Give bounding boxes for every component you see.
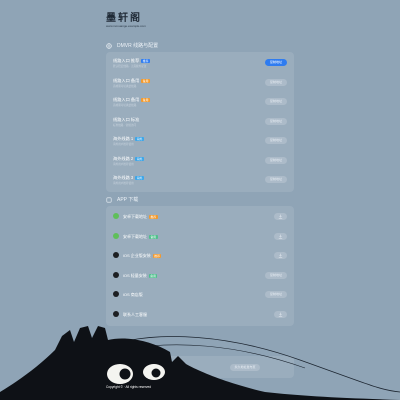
app-row: 安卓下载地址 推荐 bbox=[106, 210, 294, 228]
copy-address-button[interactable]: 复制地址 bbox=[265, 98, 287, 105]
app-row-label: 安卓下载地址 bbox=[123, 214, 147, 219]
section-lines-header: DMVR 线路与配置 bbox=[106, 42, 158, 49]
download-button[interactable] bbox=[274, 252, 287, 259]
app-row-label: iOS 商店版 bbox=[123, 292, 143, 297]
app-row-label: iOS 轻量安装 bbox=[123, 272, 147, 278]
copy-address-button[interactable]: 复制地址 bbox=[265, 137, 287, 144]
line-row-subtitle: 默认稳定线路 · 无需额外配置 bbox=[113, 65, 147, 68]
app-square-icon bbox=[106, 197, 112, 203]
copy-address-button[interactable]: 复制地址 bbox=[265, 176, 287, 183]
app-panel: 安卓下载地址 推荐 安卓下载地址 备用 iOS 企业版安装 推荐 iOS 轻量安装 备用 复制地… bbox=[106, 206, 294, 326]
apple-icon bbox=[113, 252, 119, 258]
app-row-title: iOS 轻量安装 备用 bbox=[123, 272, 158, 279]
permanent-address-pill[interactable]: 永久地址发布页 bbox=[230, 364, 260, 371]
line-row: 海外线路 2 海外 海外用户推荐使用 复制地址 bbox=[106, 154, 294, 172]
android-icon bbox=[113, 213, 119, 219]
line-row-badge: 海外 bbox=[135, 156, 144, 161]
bottom-card: 下载 永久地址发布页 bbox=[106, 356, 294, 378]
line-row-badge: 备用 bbox=[141, 78, 150, 83]
download-button[interactable] bbox=[274, 232, 287, 240]
section-lines-title: DMVR 线路与配置 bbox=[117, 43, 159, 49]
line-row-subtitle: 海外用户推荐使用 bbox=[113, 182, 134, 185]
app-row-badge: 推荐 bbox=[152, 254, 162, 258]
app-row: iOS 商店版 复制地址 bbox=[106, 288, 294, 306]
line-row-subtitle: 海外用户推荐使用 bbox=[113, 143, 134, 146]
download-pill[interactable]: 下载 bbox=[144, 364, 166, 371]
copy-address-button[interactable]: 复制地址 bbox=[265, 271, 287, 279]
download-arrow-icon bbox=[278, 214, 283, 219]
app-row-title: iOS 商店版 bbox=[123, 292, 143, 298]
line-row-badge: 推荐 bbox=[141, 59, 150, 63]
download-arrow-icon bbox=[278, 312, 283, 317]
lines-panel: 线路入口 推荐 推荐 默认稳定线路 · 无需额外配置 复制地址 线路入口 备用 备用 高峰期… bbox=[106, 52, 294, 192]
copy-address-button[interactable]: 复制地址 bbox=[265, 156, 287, 164]
line-row: 海外线路 1 海外 海外用户推荐使用 复制地址 bbox=[106, 134, 294, 152]
android-icon bbox=[113, 232, 119, 239]
app-row: iOS 企业版安装 推荐 bbox=[106, 249, 294, 267]
copy-address-button[interactable]: 复制地址 bbox=[265, 291, 287, 298]
line-row-badge: 海外 bbox=[135, 176, 144, 180]
app-row-label: 联系人工客服 bbox=[123, 311, 147, 317]
app-row: 联系人工客服 bbox=[106, 308, 294, 326]
section-app-title: APP 下载 bbox=[117, 197, 139, 203]
app-row: 安卓下载地址 备用 bbox=[106, 230, 294, 248]
site-logo[interactable]: 墨轩阁 www.moxuange.example.com bbox=[106, 13, 154, 28]
download-arrow-icon bbox=[278, 253, 283, 258]
line-row: 线路入口 备用 备用 高峰期可切换此线路 复制地址 bbox=[106, 95, 294, 113]
apple-icon bbox=[113, 291, 119, 297]
download-button[interactable] bbox=[274, 310, 287, 318]
logo-subtitle: www.moxuange.example.com bbox=[106, 24, 146, 28]
copy-address-button[interactable]: 复制地址 bbox=[265, 59, 287, 66]
app-row-title: 联系人工客服 bbox=[123, 312, 147, 318]
app-row-title: 安卓下载地址 推荐 bbox=[123, 214, 158, 220]
app-row-title: iOS 企业版安装 推荐 bbox=[123, 253, 162, 259]
line-row: 线路入口 推荐 推荐 默认稳定线路 · 无需额外配置 复制地址 bbox=[106, 56, 294, 74]
footer-caption: Copyright © · All rights reserved bbox=[106, 385, 152, 389]
app-row: iOS 轻量安装 备用 复制地址 bbox=[106, 269, 294, 287]
app-row-badge: 备用 bbox=[149, 234, 158, 239]
download-arrow-icon bbox=[278, 234, 283, 239]
apple-icon bbox=[113, 310, 119, 317]
line-row-subtitle: 海外用户推荐使用 bbox=[113, 162, 134, 166]
app-row-badge: 推荐 bbox=[149, 215, 158, 219]
copy-address-button[interactable]: 复制地址 bbox=[265, 117, 287, 125]
logo-mark: 墨轩阁 bbox=[106, 13, 142, 24]
app-row-label: 安卓下载地址 bbox=[123, 233, 147, 239]
download-button[interactable] bbox=[274, 213, 287, 220]
app-row-title: 安卓下载地址 备用 bbox=[123, 234, 158, 240]
line-row: 线路入口 备用 备用 高峰期可切换此线路 复制地址 bbox=[106, 76, 294, 94]
app-row-badge: 备用 bbox=[148, 273, 158, 278]
line-row-subtitle: 高峰期可切换此线路 bbox=[113, 104, 137, 107]
line-row-badge: 海外 bbox=[135, 137, 144, 141]
line-row-subtitle: 标准线路 · 常规访问 bbox=[113, 123, 137, 127]
line-row: 线路入口 标准 标准线路 · 常规访问 复制地址 bbox=[106, 115, 294, 133]
section-app-header: APP 下载 bbox=[106, 196, 138, 203]
copy-address-button[interactable]: 复制地址 bbox=[265, 78, 287, 86]
apple-icon bbox=[113, 271, 119, 278]
line-row: 海外线路 3 海外 海外用户推荐使用 复制地址 bbox=[106, 173, 294, 191]
line-row-badge: 备用 bbox=[141, 98, 150, 102]
app-row-label: iOS 企业版安装 bbox=[123, 253, 151, 258]
globe-icon bbox=[106, 42, 112, 49]
line-row-subtitle: 高峰期可切换此线路 bbox=[113, 84, 137, 88]
